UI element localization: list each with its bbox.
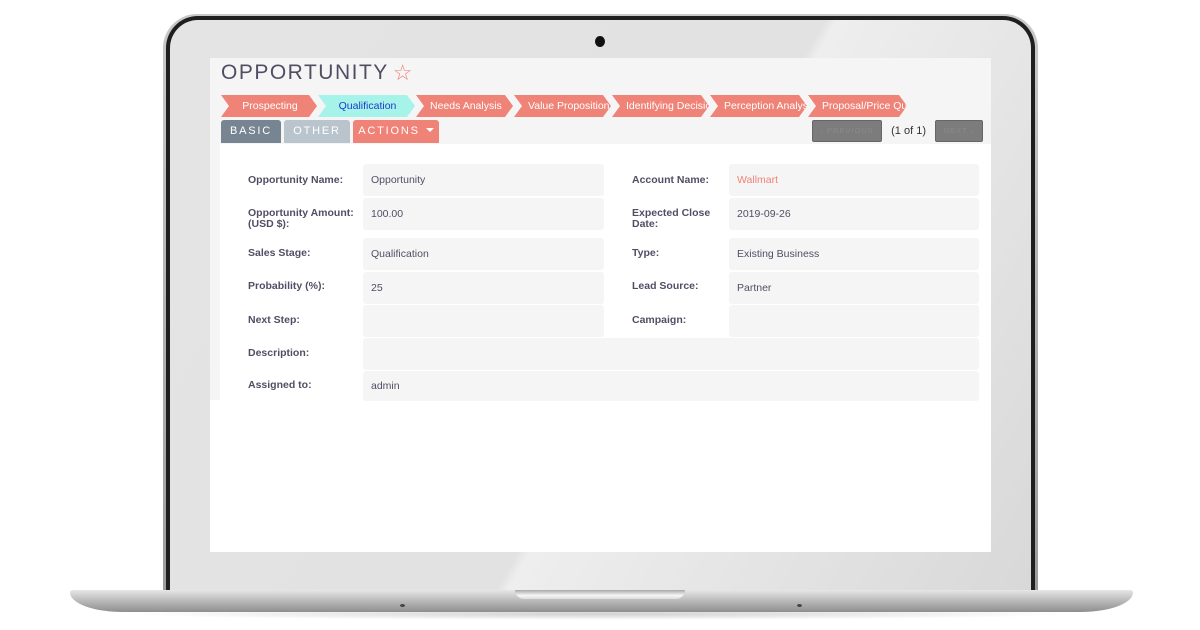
type-label: Type: xyxy=(632,247,660,259)
lead-source-label: Lead Source: xyxy=(632,280,699,292)
stage-prospecting[interactable]: Prospecting xyxy=(221,95,317,117)
sales-stage-progress: Prospecting Qualification Needs Analysis… xyxy=(221,95,908,117)
title-row: OPPORTUNITY ☆ xyxy=(221,61,413,85)
actions-dropdown[interactable]: ACTIONS xyxy=(353,120,439,143)
tab-other[interactable]: OTHER xyxy=(284,120,350,143)
camera-icon xyxy=(595,36,605,47)
account-name-label: Account Name: xyxy=(632,174,710,186)
expected-close-date-value[interactable]: 2019-09-26 xyxy=(729,198,979,230)
caret-down-icon xyxy=(425,128,434,133)
laptop-notch xyxy=(515,590,685,599)
sales-stage-value[interactable]: Qualification xyxy=(363,238,604,270)
record-pager: ‹ PREVIOUS (1 of 1) NEXT › xyxy=(812,120,983,142)
description-label: Description: xyxy=(248,347,310,359)
expected-close-date-label: Expected Close Date: xyxy=(632,207,711,230)
detail-tabs: BASIC OTHER ACTIONS xyxy=(221,120,442,143)
next-step-value[interactable] xyxy=(363,305,604,337)
laptop-foot-left xyxy=(400,604,405,607)
stage-proposal-price-quote[interactable]: Proposal/Price Quc xyxy=(808,95,907,117)
stage-value-proposition[interactable]: Value Proposition xyxy=(514,95,611,117)
stage-qualification[interactable]: Qualification xyxy=(318,95,415,117)
pager-info: (1 of 1) xyxy=(891,125,926,137)
detail-panel: Opportunity Name: Opportunity Amount: (U… xyxy=(210,144,991,401)
page-title: OPPORTUNITY xyxy=(221,61,389,84)
opportunity-name-label: Opportunity Name: xyxy=(248,174,344,186)
stage-identifying-decision-makers[interactable]: Identifying Decisio xyxy=(612,95,709,117)
record-header: OPPORTUNITY ☆ Prospecting Qualification … xyxy=(210,58,991,144)
lead-source-value[interactable]: Partner xyxy=(729,272,979,304)
actions-label: ACTIONS xyxy=(358,125,420,137)
description-value[interactable] xyxy=(363,338,979,370)
opportunity-name-value[interactable]: Opportunity xyxy=(363,164,604,196)
tab-basic[interactable]: BASIC xyxy=(221,120,281,143)
type-value[interactable]: Existing Business xyxy=(729,238,979,270)
next-step-label: Next Step: xyxy=(248,314,300,326)
sales-stage-label: Sales Stage: xyxy=(248,247,311,259)
previous-button[interactable]: ‹ PREVIOUS xyxy=(812,120,883,142)
probability-value[interactable]: 25 xyxy=(363,272,604,304)
star-outline-icon[interactable]: ☆ xyxy=(393,62,413,84)
next-button[interactable]: NEXT › xyxy=(935,120,983,142)
opportunity-amount-value[interactable]: 100.00 xyxy=(363,198,604,230)
app-screen: OPPORTUNITY ☆ Prospecting Qualification … xyxy=(210,58,991,552)
campaign-value[interactable] xyxy=(729,305,979,337)
stage-perception-analysis[interactable]: Perception Analysi xyxy=(710,95,807,117)
campaign-label: Campaign: xyxy=(632,314,687,326)
assigned-to-value[interactable]: admin xyxy=(363,371,979,401)
stage-needs-analysis[interactable]: Needs Analysis xyxy=(416,95,513,117)
assigned-to-label: Assigned to: xyxy=(248,379,312,391)
account-name-link[interactable]: Wallmart xyxy=(729,164,979,196)
laptop-foot-right xyxy=(797,604,802,607)
probability-label: Probability (%): xyxy=(248,280,326,292)
opportunity-amount-label: Opportunity Amount: (USD $): xyxy=(248,207,354,230)
